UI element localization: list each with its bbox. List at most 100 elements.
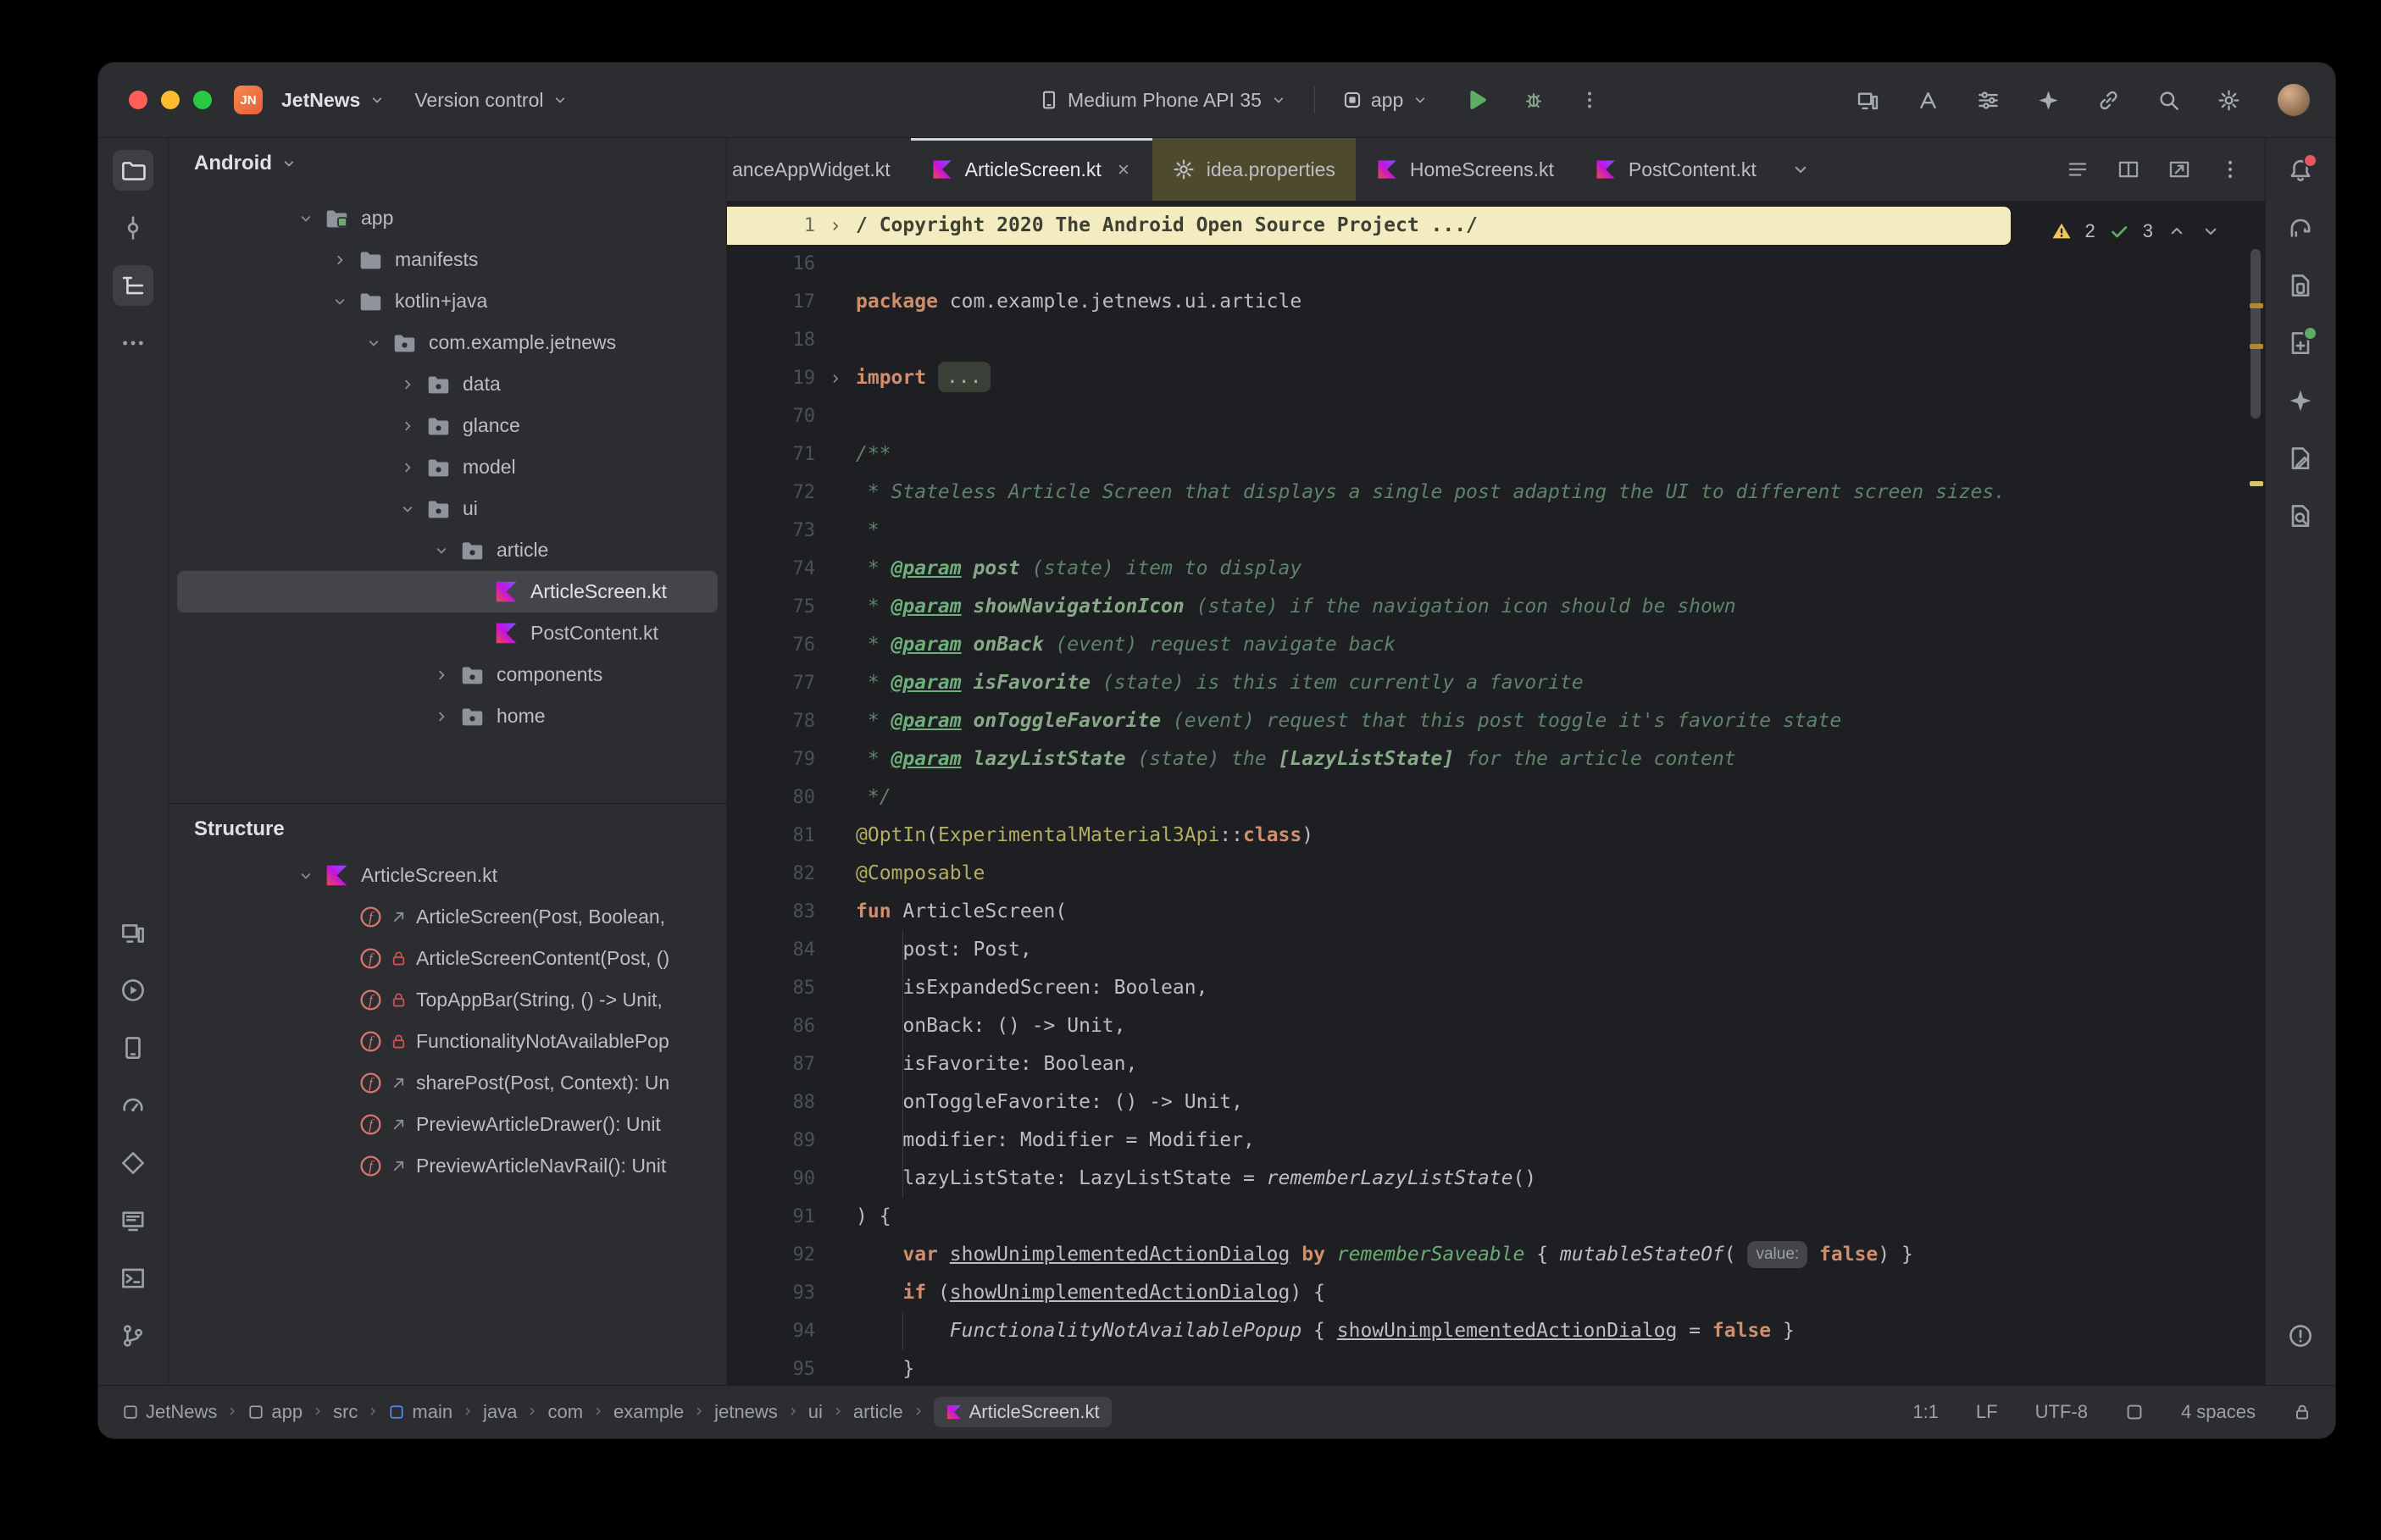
- code-with-me-icon[interactable]: [1917, 89, 1940, 112]
- running-devices-tool-button[interactable]: [113, 912, 153, 953]
- run-tool-button[interactable]: [113, 970, 153, 1011]
- app-inspection-tool-button[interactable]: [113, 1143, 153, 1183]
- warning-stripe-mark[interactable]: [2250, 303, 2263, 308]
- resource-manager-tool-button[interactable]: [2280, 323, 2321, 363]
- project-tool-button[interactable]: [113, 150, 153, 191]
- code-text[interactable]: var showUnimplementedActionDialog by rem…: [856, 1236, 1913, 1274]
- structure-item-articlescreen-post-boolean-[interactable]: f ArticleScreen(Post, Boolean,: [177, 896, 718, 938]
- plugins-link-icon[interactable]: [2097, 89, 2120, 112]
- chevron-right-icon[interactable]: [423, 708, 460, 725]
- code-text[interactable]: * @param lazyListState (state) the [Lazy…: [856, 740, 1736, 778]
- search-everywhere-icon[interactable]: [2157, 89, 2180, 112]
- line-number[interactable]: 71: [727, 435, 816, 474]
- code-text[interactable]: fun ArticleScreen(: [856, 893, 1067, 931]
- prev-issue-icon[interactable]: [2167, 221, 2187, 241]
- code-text[interactable]: isFavorite: Boolean,: [856, 1045, 1137, 1083]
- breadcrumb-article[interactable]: article: [853, 1401, 903, 1423]
- line-number[interactable]: 92: [727, 1236, 816, 1274]
- line-number[interactable]: 84: [727, 931, 816, 969]
- code-line-17[interactable]: 17 package com.example.jetnews.ui.article: [727, 283, 2265, 321]
- code-line-91[interactable]: 91) {: [727, 1198, 2265, 1236]
- code-text[interactable]: import ...: [856, 359, 991, 397]
- fold-chevron-icon[interactable]: [815, 207, 856, 245]
- code-text[interactable]: post: Post,: [856, 931, 1032, 969]
- chevron-down-icon[interactable]: [287, 210, 325, 227]
- code-line-87[interactable]: 87 isFavorite: Boolean,: [727, 1045, 2265, 1083]
- code-line-84[interactable]: 84 post: Post,: [727, 931, 2265, 969]
- chevron-down-icon[interactable]: [321, 293, 358, 310]
- chevron-right-icon[interactable]: [389, 418, 426, 435]
- line-number[interactable]: 88: [727, 1083, 816, 1122]
- code-line-81[interactable]: 81 @OptIn(ExperimentalMaterial3Api::class…: [727, 817, 2265, 855]
- code-line-74[interactable]: 74 * @param post (state) item to display: [727, 550, 2265, 588]
- code-line-82[interactable]: 82 @Composable: [727, 855, 2265, 893]
- line-number[interactable]: 87: [727, 1045, 816, 1083]
- next-issue-icon[interactable]: [2201, 221, 2221, 241]
- run-button[interactable]: [1456, 81, 1496, 119]
- line-number[interactable]: 85: [727, 969, 816, 1007]
- line-number[interactable]: 16: [727, 245, 816, 283]
- user-avatar[interactable]: [2278, 84, 2310, 116]
- line-number[interactable]: 91: [727, 1198, 816, 1236]
- line-number[interactable]: 19: [727, 359, 816, 397]
- find-tool-button[interactable]: [2280, 496, 2321, 536]
- tab-anceappwidget-kt[interactable]: anceAppWidget.kt: [727, 138, 911, 201]
- code-text[interactable]: }: [856, 1350, 914, 1385]
- debug-button[interactable]: [1515, 83, 1552, 117]
- code-line-80[interactable]: 80 */: [727, 778, 2265, 817]
- editor-options-icon[interactable]: [2219, 158, 2241, 180]
- device-selector[interactable]: Medium Phone API 35: [1030, 82, 1296, 119]
- chevron-right-icon[interactable]: [389, 376, 426, 393]
- tree-item-app[interactable]: app: [177, 197, 718, 239]
- code-line-86[interactable]: 86 onBack: () -> Unit,: [727, 1007, 2265, 1045]
- tree-item-com-example-jetnews[interactable]: com.example.jetnews: [177, 322, 718, 363]
- fold-chevron-icon[interactable]: [815, 359, 856, 397]
- structure-tool-button[interactable]: [113, 265, 153, 306]
- chevron-down-icon[interactable]: [355, 335, 392, 352]
- code-text[interactable]: * @param isFavorite (state) is this item…: [856, 664, 1584, 702]
- device-explorer-tool-button[interactable]: [2280, 265, 2321, 306]
- line-number[interactable]: 76: [727, 626, 816, 664]
- code-line-75[interactable]: 75 * @param showNavigationIcon (state) i…: [727, 588, 2265, 626]
- tool-window-settings-icon[interactable]: [1977, 89, 2000, 112]
- line-number[interactable]: 78: [727, 702, 816, 740]
- line-number[interactable]: 18: [727, 321, 816, 359]
- caret-position[interactable]: 1:1: [1912, 1401, 1939, 1423]
- code-line-72[interactable]: 72 * Stateless Article Screen that displ…: [727, 474, 2265, 512]
- close-window-button[interactable]: [129, 91, 147, 109]
- settings-icon[interactable]: [2217, 89, 2240, 112]
- problems-tool-button[interactable]: [2280, 1316, 2321, 1356]
- tree-item-articlescreen-kt[interactable]: ArticleScreen.kt: [177, 571, 718, 612]
- line-number[interactable]: 89: [727, 1122, 816, 1160]
- breadcrumb-articlescreen-kt[interactable]: ArticleScreen.kt: [933, 1397, 1112, 1427]
- notifications-button[interactable]: [2280, 150, 2321, 191]
- code-text[interactable]: * Stateless Article Screen that displays…: [856, 474, 2006, 512]
- terminal-tool-button[interactable]: [113, 1258, 153, 1299]
- code-text[interactable]: package com.example.jetnews.ui.article: [856, 283, 1302, 321]
- line-number[interactable]: 82: [727, 855, 816, 893]
- tree-item-manifests[interactable]: manifests: [177, 239, 718, 280]
- indent-config[interactable]: 4 spaces: [2181, 1401, 2256, 1423]
- tab-idea-properties[interactable]: idea.properties: [1152, 138, 1356, 201]
- split-editor-icon[interactable]: [2117, 158, 2140, 180]
- structure-item-articlescreencontent-post-[interactable]: f ArticleScreenContent(Post, (): [177, 938, 718, 979]
- gradle-tool-button[interactable]: [2280, 208, 2321, 248]
- code-text[interactable]: / Copyright 2020 The Android Open Source…: [856, 207, 1478, 245]
- code-line-90[interactable]: 90 lazyListState: LazyListState = rememb…: [727, 1160, 2265, 1198]
- line-number[interactable]: 72: [727, 474, 816, 512]
- code-text[interactable]: /**: [856, 435, 891, 474]
- tabs-overflow-icon[interactable]: [1790, 159, 1811, 180]
- code-text[interactable]: isExpandedScreen: Boolean,: [856, 969, 1207, 1007]
- line-number[interactable]: 74: [727, 550, 816, 588]
- code-line-18[interactable]: 18: [727, 321, 2265, 359]
- line-number[interactable]: 70: [727, 397, 816, 435]
- tree-item-data[interactable]: data: [177, 363, 718, 405]
- code-line-89[interactable]: 89 modifier: Modifier = Modifier,: [727, 1122, 2265, 1160]
- code-line-88[interactable]: 88 onToggleFavorite: () -> Unit,: [727, 1083, 2265, 1122]
- chevron-down-icon[interactable]: [389, 501, 426, 518]
- line-number[interactable]: 79: [727, 740, 816, 778]
- chevron-down-icon[interactable]: [423, 542, 460, 559]
- code-line-19[interactable]: 19 import ...: [727, 359, 2265, 397]
- vcs-widget[interactable]: Version control: [406, 82, 577, 119]
- code-line-16[interactable]: 16: [727, 245, 2265, 283]
